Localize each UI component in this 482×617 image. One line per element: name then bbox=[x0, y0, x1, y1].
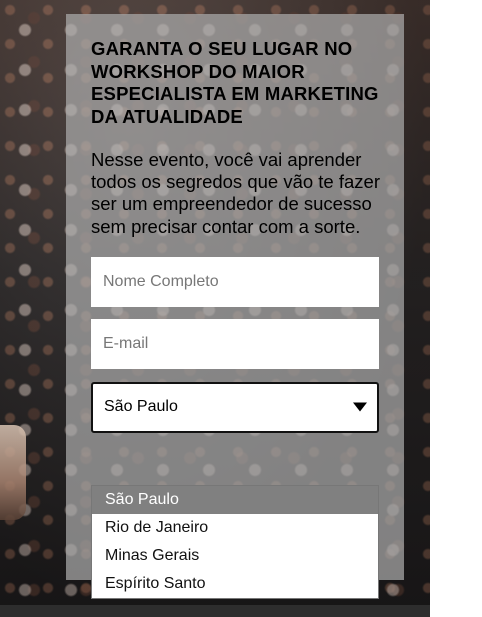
hero-title: GARANTA O SEU LUGAR NO WORKSHOP DO MAIOR… bbox=[91, 38, 379, 127]
bottom-bar bbox=[0, 605, 430, 617]
hero-description: Nesse evento, você vai aprender todos os… bbox=[91, 149, 380, 237]
state-select-value: São Paulo bbox=[104, 398, 178, 416]
triangle-down-icon bbox=[353, 402, 367, 412]
state-option-espirito-santo[interactable]: Espírito Santo bbox=[92, 570, 378, 598]
state-select[interactable]: São Paulo bbox=[91, 381, 379, 433]
email-input[interactable] bbox=[91, 318, 379, 369]
name-input[interactable] bbox=[91, 256, 379, 307]
state-option-minas-gerais[interactable]: Minas Gerais bbox=[92, 542, 378, 570]
page-margin-right bbox=[430, 0, 482, 617]
state-dropdown-list: São Paulo Rio de Janeiro Minas Gerais Es… bbox=[91, 485, 379, 599]
state-option-rio-de-janeiro[interactable]: Rio de Janeiro bbox=[92, 514, 378, 542]
speaker-silhouette bbox=[0, 425, 26, 520]
state-option-sao-paulo[interactable]: São Paulo bbox=[92, 486, 378, 514]
